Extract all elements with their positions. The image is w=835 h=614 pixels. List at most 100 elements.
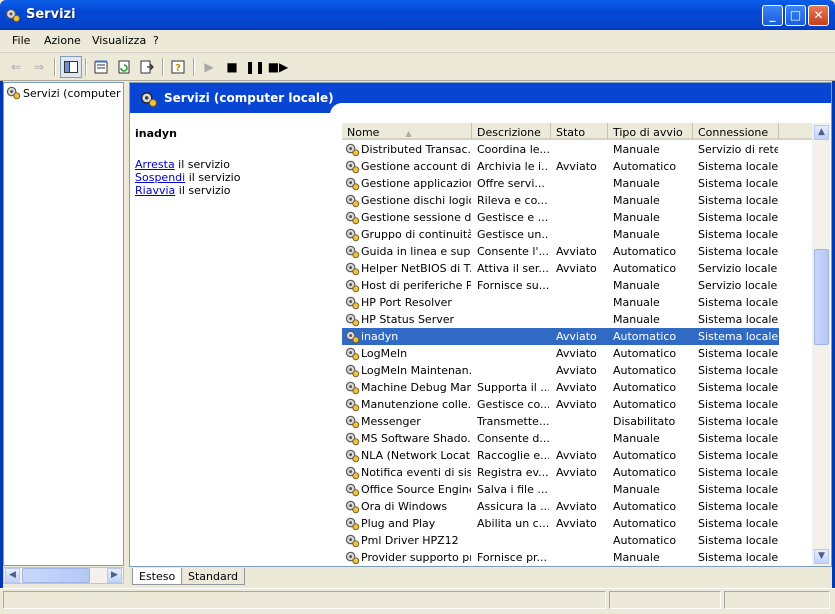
refresh-icon[interactable] <box>113 56 135 78</box>
service-logon: Servizio locale <box>698 279 778 292</box>
menu-file[interactable]: File <box>12 34 30 47</box>
service-row[interactable]: Distributed Transac... Coordina le... Manu… <box>342 141 812 158</box>
toolbar-separator <box>193 58 195 76</box>
service-row[interactable]: LogMeIn Maintenan... Avviato Automatico Sis… <box>342 362 812 379</box>
service-row[interactable]: Plug and Play Abilita un c... Avviato Autom… <box>342 515 812 532</box>
back-icon[interactable]: ⇐ <box>5 56 27 78</box>
service-gear-icon <box>345 432 360 446</box>
scroll-down-icon[interactable]: ▼ <box>814 549 829 564</box>
service-startup-type: Manuale <box>613 551 660 564</box>
properties-icon[interactable] <box>90 56 112 78</box>
service-row[interactable]: Guida in linea e sup... Consente l'... Avv… <box>342 243 812 260</box>
stop-service-link[interactable]: Arresta <box>135 158 175 171</box>
export-list-icon[interactable] <box>136 56 158 78</box>
service-startup-type: Automatico <box>613 381 677 394</box>
service-row[interactable]: LogMeIn Avviato Automatico Sistema locale <box>342 345 812 362</box>
service-name: Notifica eventi di sis... <box>361 466 471 479</box>
restart-service-link[interactable]: Riavvia <box>135 184 175 197</box>
service-startup-type: Manuale <box>613 432 660 445</box>
service-name: Pml Driver HPZ12 <box>361 534 459 547</box>
service-row[interactable]: Gestione dischi logici Rileva e co... Manu… <box>342 192 812 209</box>
list-vertical-scrollbar[interactable]: ▲ ▼ <box>812 123 830 566</box>
service-row[interactable]: Gruppo di continuità Gestisce un... Manual… <box>342 226 812 243</box>
service-row[interactable]: Ora di Windows Assicura la ... Avviato Auto… <box>342 498 812 515</box>
scrollbar-thumb[interactable] <box>22 568 90 583</box>
start-service-icon[interactable]: ▶ <box>198 56 220 78</box>
restart-service-icon[interactable]: ■▶ <box>267 56 289 78</box>
service-row[interactable]: Provider supporto pr... Fornisce pr... Man… <box>342 549 812 566</box>
menu-visualizza[interactable]: Visualizza <box>92 34 146 47</box>
service-logon: Sistema locale <box>698 313 778 326</box>
services-list[interactable]: Nome ▲ Descrizione Stato Tipo di avvio Co… <box>342 123 812 566</box>
console-tree[interactable]: Servizi (computer loc <box>3 82 124 566</box>
service-name: LogMeIn <box>361 347 408 360</box>
service-state: Avviato <box>556 245 597 258</box>
scroll-left-icon[interactable]: ◀ <box>5 568 20 583</box>
close-button[interactable]: ✕ <box>808 5 829 26</box>
stop-service-icon[interactable]: ■ <box>221 56 243 78</box>
service-gear-icon <box>345 245 360 259</box>
scroll-right-icon[interactable]: ▶ <box>107 568 122 583</box>
show-hide-tree-icon[interactable] <box>60 56 82 78</box>
service-row[interactable]: Manutenzione colle... Gestisce co... Avvia… <box>342 396 812 413</box>
menu-help[interactable]: ? <box>153 34 159 47</box>
tab-standard[interactable]: Standard <box>181 568 246 585</box>
service-state: Avviato <box>556 330 597 343</box>
service-row[interactable]: Gestione applicazione Offre servi... Manua… <box>342 175 812 192</box>
service-row[interactable]: Notifica eventi di sis... Registra ev... A… <box>342 464 812 481</box>
scroll-up-icon[interactable]: ▲ <box>814 125 829 140</box>
service-startup-type: Automatico <box>613 364 677 377</box>
service-logon: Sistema locale <box>698 228 778 241</box>
service-row[interactable]: Machine Debug Man... Supporta il ... Avvia… <box>342 379 812 396</box>
service-row[interactable]: HP Status Server Manuale Sistema locale <box>342 311 812 328</box>
column-header-descrizione[interactable]: Descrizione <box>472 123 551 140</box>
service-row[interactable]: Helper NetBIOS di T... Attiva il ser... Av… <box>342 260 812 277</box>
service-row[interactable]: Gestione sessione d... Gestisce e ... Manu… <box>342 209 812 226</box>
help-icon[interactable]: ? <box>167 56 189 78</box>
toolbar-separator <box>85 58 87 76</box>
pane-splitter[interactable] <box>125 82 128 566</box>
service-row[interactable]: MS Software Shado... Consente d... Manuale… <box>342 430 812 447</box>
service-row[interactable]: Gestione account di... Archivia le i... Av… <box>342 158 812 175</box>
service-gear-icon <box>345 194 360 208</box>
service-logon: Sistema locale <box>698 398 778 411</box>
minimize-button[interactable]: _ <box>762 5 783 26</box>
service-startup-type: Manuale <box>613 279 660 292</box>
service-row[interactable]: Pml Driver HPZ12 Automatico Sistema locale <box>342 532 812 549</box>
tree-node-services[interactable]: Servizi (computer loc <box>6 85 123 100</box>
tab-esteso[interactable]: Esteso <box>132 568 183 585</box>
scrollbar-thumb[interactable] <box>814 249 829 345</box>
column-header-stato[interactable]: Stato <box>551 123 608 140</box>
service-gear-icon <box>345 415 360 429</box>
details-pane: Servizi (computer locale) inadyn Arresta… <box>129 82 832 567</box>
service-gear-icon <box>345 398 360 412</box>
service-row[interactable]: inadyn Avviato Automatico Sistema locale <box>342 328 779 345</box>
pause-service-link[interactable]: Sospendi <box>135 171 185 184</box>
service-gear-icon <box>345 364 360 378</box>
tree-horizontal-scrollbar[interactable]: ◀ ▶ <box>3 567 124 584</box>
service-description: Assicura la ... <box>477 500 549 513</box>
pause-service-icon[interactable]: ❚❚ <box>244 56 266 78</box>
pane-banner: Servizi (computer locale) <box>130 83 831 115</box>
service-row[interactable]: NLA (Network Locat... Raccoglie e... Avvia… <box>342 447 812 464</box>
service-row[interactable]: Messenger Transmette... Disabilitato Sistem… <box>342 413 812 430</box>
service-startup-type: Automatico <box>613 347 677 360</box>
maximize-button[interactable]: □ <box>785 5 806 26</box>
service-gear-icon <box>345 177 360 191</box>
service-name: Messenger <box>361 415 421 428</box>
column-header-nome[interactable]: Nome ▲ <box>342 123 472 140</box>
service-logon: Sistema locale <box>698 177 778 190</box>
column-label: Nome <box>347 126 380 139</box>
service-row[interactable]: HP Port Resolver Manuale Sistema locale <box>342 294 812 311</box>
title-bar[interactable]: Servizi _ □ ✕ <box>0 0 835 30</box>
service-name: Host di periferiche P... <box>361 279 471 292</box>
column-header-connessione[interactable]: Connessione <box>693 123 779 140</box>
service-row[interactable]: Host di periferiche P... Fornisce su... Ma… <box>342 277 812 294</box>
service-startup-type: Disabilitato <box>613 415 676 428</box>
service-name: LogMeIn Maintenan... <box>361 364 471 377</box>
column-header-tipo-avvio[interactable]: Tipo di avvio <box>608 123 693 140</box>
action-text: il servizio <box>174 158 230 171</box>
menu-azione[interactable]: Azione <box>44 34 81 47</box>
forward-icon[interactable]: ⇒ <box>28 56 50 78</box>
service-row[interactable]: Office Source Engine Salva i file ... Manu… <box>342 481 812 498</box>
